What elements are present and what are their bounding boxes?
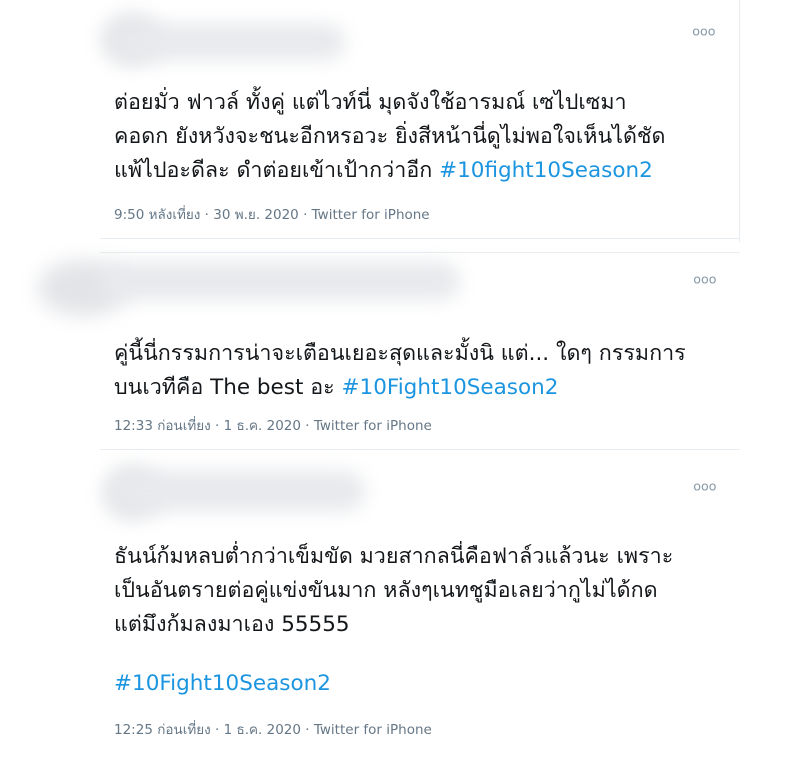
- tweet-text: ต่อยมั่ว ฟาวล์ ทั้งคู่ แต่ไวท์นี่ มุดจัง…: [114, 86, 724, 188]
- tweet-meta: 9:50 หลังเที่ยง · 30 พ.ย. 2020 · Twitter…: [114, 203, 430, 225]
- meta-separator: ·: [200, 207, 214, 223]
- meta-separator: ·: [301, 418, 314, 434]
- hashtag-link[interactable]: #10Fight10Season2: [342, 375, 559, 400]
- meta-separator: ·: [301, 722, 314, 738]
- more-options-button[interactable]: ooo: [691, 24, 717, 40]
- tweet-text-fragment: บนเวทีคือ The best อะ: [114, 375, 342, 400]
- meta-separator: ·: [298, 207, 312, 223]
- hashtag-link[interactable]: #10Fight10Season2: [114, 667, 724, 701]
- tweet-time[interactable]: 12:25 ก่อนเที่ยง: [114, 722, 211, 738]
- more-options-button[interactable]: ooo: [692, 272, 718, 288]
- meta-separator: ·: [210, 418, 224, 434]
- meta-separator: ·: [210, 722, 224, 738]
- tweet-divider: [100, 238, 740, 239]
- tweet-card[interactable]: ooo ต่อยมั่ว ฟาวล์ ทั้งคู่ แต่ไวท์นี่ มุ…: [100, 0, 740, 242]
- tweet-card[interactable]: ooo ธันน์ก้มหลบต่ำกว่าเข็มขัด มวยสากลนี่…: [100, 455, 740, 755]
- author-header[interactable]: [100, 262, 460, 300]
- tweet-text-line: เป็นอันตรายต่อคู่แข่งขันมาก หลังๆเนทชูมื…: [114, 578, 658, 603]
- more-icon: ooo: [693, 479, 717, 495]
- author-header[interactable]: [110, 471, 365, 511]
- tweet-time[interactable]: 9:50 หลังเที่ยง: [114, 207, 200, 223]
- tweet-text-line: คอดก ยังหวังจะชนะอีกหรอวะ ยิ่งสีหน้านี่ด…: [114, 124, 666, 149]
- tweet-text: คู่นี้นี่กรรมการน่าจะเตือนเยอะสุดและมั้ง…: [114, 337, 724, 405]
- tweet-hashtag-line: #10Fight10Season2: [114, 667, 724, 701]
- tweet-text-line: คู่นี้นี่กรรมการน่าจะเตือนเยอะสุดและมั้ง…: [114, 341, 686, 366]
- tweet-meta: 12:33 ก่อนเที่ยง · 1 ธ.ค. 2020 · Twitter…: [114, 414, 432, 436]
- more-options-button[interactable]: ooo: [692, 479, 718, 495]
- tweet-meta: 12:25 ก่อนเที่ยง · 1 ธ.ค. 2020 · Twitter…: [114, 718, 432, 740]
- tweet-divider: [100, 449, 740, 450]
- tweet-date[interactable]: 30 พ.ย. 2020: [213, 207, 299, 223]
- tweet-source[interactable]: Twitter for iPhone: [312, 207, 430, 223]
- tweet-text-line: ธันน์ก้มหลบต่ำกว่าเข็มขัด มวยสากลนี่คือฟ…: [114, 544, 674, 569]
- author-header[interactable]: [110, 24, 345, 60]
- tweet-text: ธันน์ก้มหลบต่ำกว่าเข็มขัด มวยสากลนี่คือฟ…: [114, 540, 724, 642]
- tweet-text-line: ต่อยมั่ว ฟาวล์ ทั้งคู่ แต่ไวท์นี่ มุดจัง…: [114, 90, 627, 115]
- hashtag-link[interactable]: #10fight10Season2: [439, 158, 653, 183]
- more-icon: ooo: [692, 24, 716, 40]
- tweet-text-line: บนเวทีคือ The best อะ #10Fight10Season2: [114, 371, 724, 405]
- tweet-text-fragment: แพ้ไปอะดีละ ดำต่อยเข้าเป้ากว่าอีก: [114, 158, 440, 183]
- tweet-source[interactable]: Twitter for iPhone: [314, 722, 432, 738]
- tweet-source[interactable]: Twitter for iPhone: [314, 418, 432, 434]
- tweet-card[interactable]: ooo คู่นี้นี่กรรมการน่าจะเตือนเยอะสุดและ…: [38, 252, 740, 447]
- tweet-time[interactable]: 12:33 ก่อนเที่ยง: [114, 418, 211, 434]
- tweet-thread: ooo ต่อยมั่ว ฟาวล์ ทั้งคู่ แต่ไวท์นี่ มุ…: [0, 0, 812, 762]
- tweet-text-line: แต่มึงก้มลงมาเอง 55555: [114, 612, 350, 637]
- more-icon: ooo: [693, 272, 717, 288]
- tweet-text-line: แพ้ไปอะดีละ ดำต่อยเข้าเป้ากว่าอีก #10fig…: [114, 154, 724, 188]
- tweet-date[interactable]: 1 ธ.ค. 2020: [224, 418, 301, 434]
- tweet-date[interactable]: 1 ธ.ค. 2020: [224, 722, 301, 738]
